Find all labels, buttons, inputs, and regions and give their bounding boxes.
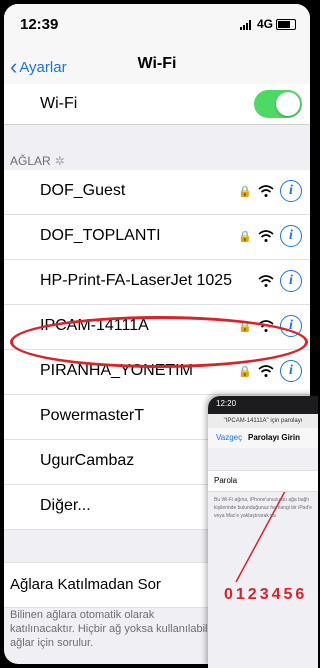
- network-name: DOF_TOPLANTI: [40, 227, 161, 244]
- password-label: Parola: [214, 476, 238, 485]
- toggle-knob: [276, 92, 300, 116]
- wifi-signal-icon: [258, 185, 274, 197]
- lock-icon: 🔒: [238, 365, 252, 378]
- inset-status-bar: 12:20: [208, 396, 318, 414]
- section-header-label: AĞLAR: [10, 154, 51, 168]
- network-name: Diğer...: [40, 497, 91, 514]
- network-icons: 🔒 i: [238, 180, 302, 202]
- wifi-signal-icon: [258, 365, 274, 377]
- navigation-bar: ‹ Ayarlar Wi-Fi: [4, 44, 310, 85]
- status-right: 4G: [239, 17, 296, 31]
- password-dialog-inset: 12:20 "IPCAM-14111A" için parolayı Vazge…: [208, 396, 318, 668]
- info-icon[interactable]: i: [280, 180, 302, 202]
- network-name: PowermasterT: [40, 407, 145, 424]
- wifi-toggle-row: Wi-Fi: [4, 84, 310, 125]
- info-icon[interactable]: i: [280, 270, 302, 292]
- password-annotation: 0123456: [224, 586, 308, 603]
- network-icons: 🔒 i: [238, 225, 302, 247]
- wifi-signal-icon: [258, 320, 274, 332]
- network-name: UgurCambaz: [40, 452, 135, 469]
- network-type: 4G: [256, 17, 273, 31]
- network-name: PIRANHA_YONETIM: [40, 362, 193, 379]
- inset-nav-bar: Vazgeç Parolayı Girin: [208, 428, 318, 449]
- inset-time: 12:20: [216, 399, 237, 408]
- password-field[interactable]: Parola: [208, 470, 318, 492]
- network-icons: i: [258, 270, 302, 292]
- inset-title: Parolayı Girin: [248, 433, 301, 442]
- battery-icon: [276, 19, 296, 31]
- wifi-signal-icon: [258, 275, 274, 287]
- network-name: IPCAM-14111A: [40, 317, 149, 334]
- networks-section-header: AĞLAR ✲: [10, 154, 65, 168]
- ask-to-join-label: Ağlara Katılmadan Sor: [10, 576, 161, 593]
- network-icons: 🔒 i: [238, 360, 302, 382]
- lock-icon: 🔒: [238, 185, 252, 198]
- info-icon[interactable]: i: [280, 360, 302, 382]
- network-icons: 🔒 i: [238, 315, 302, 337]
- loading-spinner-icon: ✲: [54, 154, 65, 168]
- wifi-signal-icon: [258, 230, 274, 242]
- wifi-toggle-label: Wi-Fi: [40, 95, 78, 112]
- network-row[interactable]: IPCAM-14111A 🔒 i: [4, 305, 310, 350]
- network-row[interactable]: HP-Print-FA-LaserJet 1025 i: [4, 260, 310, 305]
- lock-icon: 🔒: [238, 230, 252, 243]
- ask-to-join-footer: Bilinen ağlara otomatik olarak katılınac…: [10, 609, 214, 649]
- network-row[interactable]: DOF_Guest 🔒 i: [4, 170, 310, 215]
- network-row[interactable]: PIRANHA_YONETIM 🔒 i: [4, 350, 310, 395]
- signal-icon: [239, 19, 254, 30]
- network-row[interactable]: DOF_TOPLANTI 🔒 i: [4, 215, 310, 260]
- lock-icon: 🔒: [238, 320, 252, 333]
- info-icon[interactable]: i: [280, 225, 302, 247]
- inset-description: Bu Wi-Fi ağına, iPhone'unuzu bu ağa bağl…: [214, 497, 312, 519]
- inset-prompt: "IPCAM-14111A" için parolayı: [208, 414, 318, 428]
- network-name: HP-Print-FA-LaserJet 1025: [40, 272, 233, 289]
- info-icon[interactable]: i: [280, 315, 302, 337]
- status-bar: 12:39 4G: [4, 4, 310, 44]
- page-title: Wi-Fi: [137, 55, 177, 72]
- status-time: 12:39: [20, 16, 59, 33]
- cancel-button[interactable]: Vazgeç: [216, 433, 242, 442]
- wifi-toggle[interactable]: [254, 90, 302, 118]
- network-name: DOF_Guest: [40, 182, 126, 199]
